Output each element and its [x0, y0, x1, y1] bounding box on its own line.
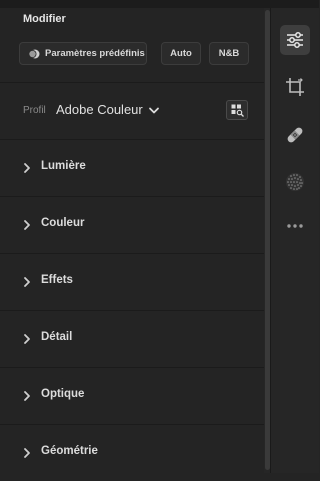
rail-item-healing[interactable] — [280, 120, 310, 150]
panel-title: Modifier — [23, 13, 66, 25]
top-strip — [0, 0, 319, 8]
more-icon — [287, 224, 303, 228]
section-label: Optique — [41, 388, 85, 400]
black-white-button[interactable]: N&B — [209, 42, 249, 65]
chevron-right-icon — [24, 220, 30, 230]
tool-rail — [271, 8, 319, 473]
section-detail[interactable]: Détail — [0, 311, 264, 367]
healing-bandage-icon — [287, 127, 303, 143]
chevron-right-icon — [24, 391, 30, 401]
profile-label: Profil — [23, 105, 46, 116]
section-optics[interactable]: Optique — [0, 368, 264, 424]
rail-item-edit[interactable] — [280, 25, 310, 55]
chevron-down-icon[interactable] — [148, 106, 160, 116]
section-label: Détail — [41, 331, 73, 343]
auto-button[interactable]: Auto — [161, 42, 201, 65]
presets-label: Paramètres prédéfinis — [45, 48, 145, 59]
section-color[interactable]: Couleur — [0, 197, 264, 253]
section-light[interactable]: Lumière — [0, 140, 264, 196]
rail-item-more[interactable] — [280, 211, 310, 241]
profile-dropdown[interactable]: Adobe Couleur — [56, 102, 143, 117]
chevron-right-icon — [24, 163, 30, 173]
rail-item-crop[interactable] — [280, 72, 310, 102]
presets-button[interactable]: Paramètres prédéfinis — [19, 42, 147, 65]
presets-icon — [28, 48, 40, 60]
section-label: Couleur — [41, 217, 85, 229]
sliders-icon — [287, 32, 303, 48]
divider — [0, 82, 264, 83]
grid-search-icon — [231, 104, 244, 117]
chevron-right-icon — [24, 277, 30, 287]
section-label: Effets — [41, 274, 73, 286]
section-label: Lumière — [41, 160, 86, 172]
chevron-right-icon — [24, 334, 30, 344]
section-label: Géométrie — [41, 445, 98, 457]
section-effects[interactable]: Effets — [0, 254, 264, 310]
crop-icon — [286, 78, 304, 96]
chevron-right-icon — [24, 448, 30, 458]
masking-icon — [286, 173, 304, 191]
rail-item-masking[interactable] — [280, 167, 310, 197]
profile-browser-button[interactable] — [226, 100, 248, 120]
